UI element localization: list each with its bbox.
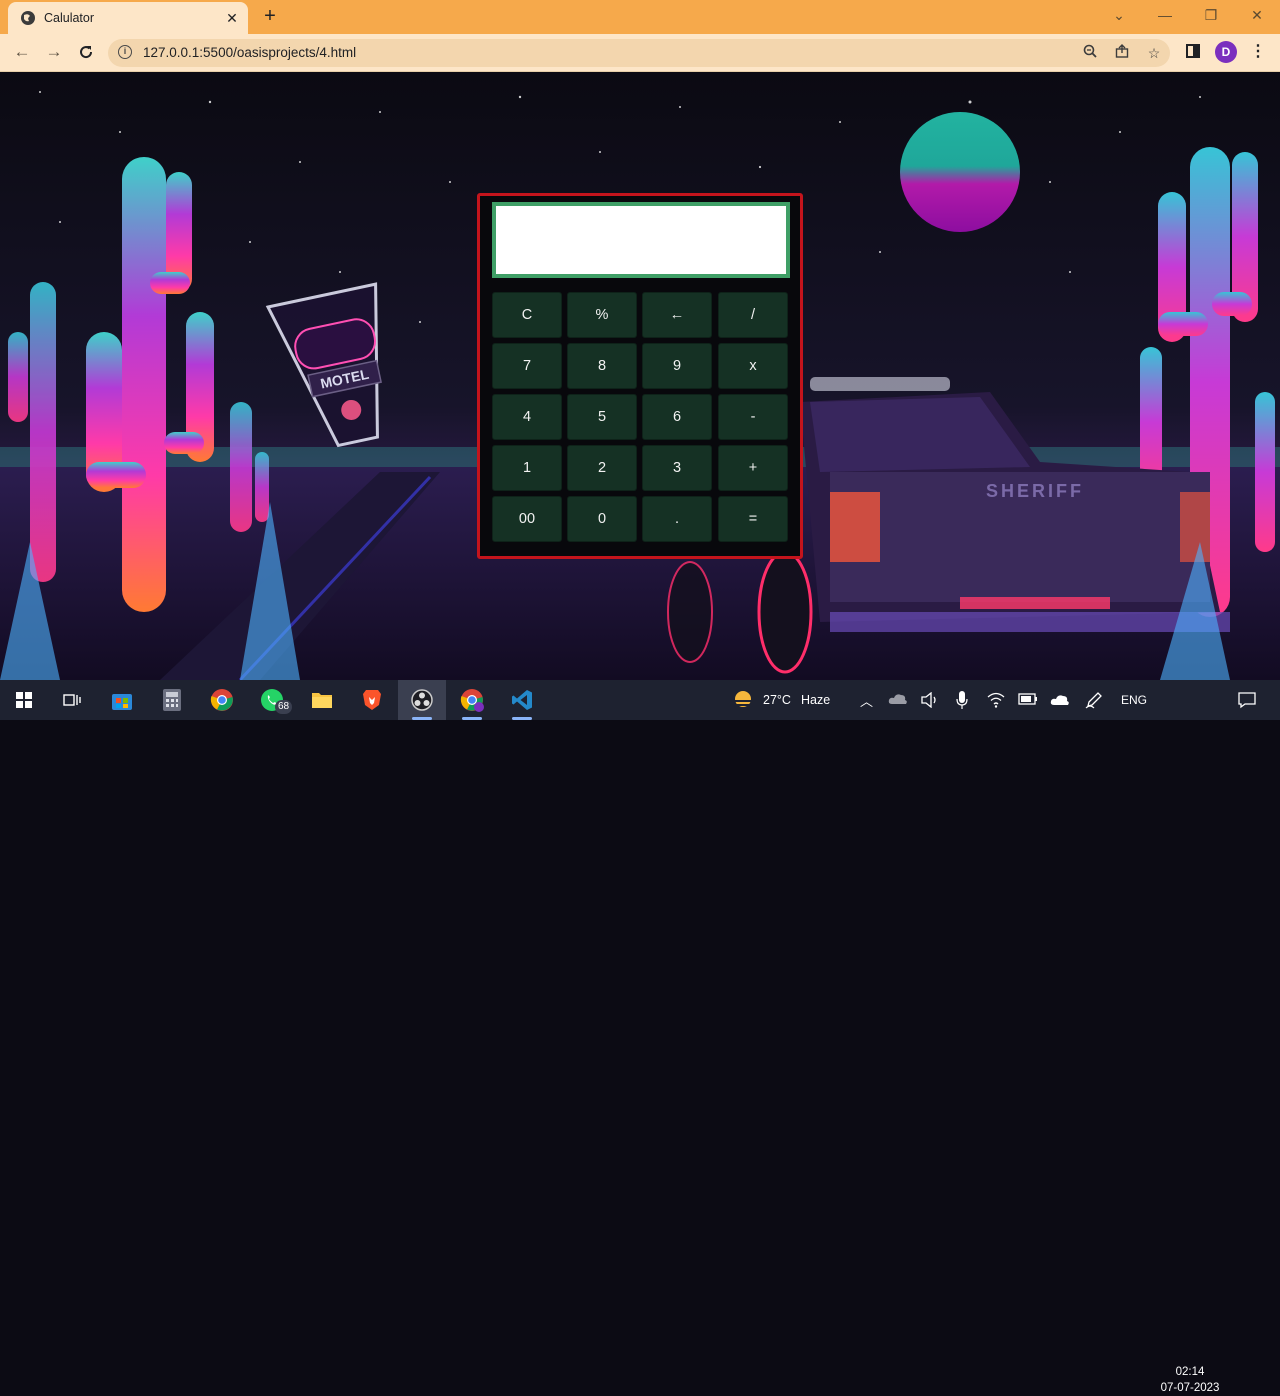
- forward-arrow-icon[interactable]: →: [41, 39, 67, 65]
- close-window-button[interactable]: ✕: [1234, 0, 1280, 32]
- input-language[interactable]: ENG: [1121, 693, 1147, 707]
- url-text: 127.0.0.1:5500/oasisprojects/4.html: [143, 45, 357, 60]
- wifi-icon[interactable]: [987, 692, 1005, 708]
- key-7[interactable]: 7: [492, 343, 562, 389]
- weather-haze-icon[interactable]: [731, 689, 755, 711]
- calculator-display[interactable]: [492, 202, 790, 278]
- key-clear[interactable]: C: [492, 292, 562, 338]
- key-subtract[interactable]: -: [718, 394, 788, 440]
- profile-avatar[interactable]: D: [1215, 41, 1237, 63]
- key-5[interactable]: 5: [567, 394, 637, 440]
- notifications-icon[interactable]: [1238, 691, 1256, 709]
- key-divide[interactable]: /: [718, 292, 788, 338]
- share-icon[interactable]: [1112, 43, 1132, 63]
- key-3[interactable]: 3: [642, 445, 712, 491]
- show-hidden-icons-chevron-icon[interactable]: ︿: [860, 691, 873, 710]
- obs-icon[interactable]: [398, 680, 446, 720]
- minimize-button[interactable]: —: [1142, 0, 1188, 32]
- address-bar[interactable]: i 127.0.0.1:5500/oasisprojects/4.html ☆: [108, 39, 1170, 67]
- whatsapp-badge: 68: [275, 700, 293, 714]
- side-panel-icon[interactable]: [1186, 44, 1200, 58]
- key-add[interactable]: +: [718, 445, 788, 491]
- key-9[interactable]: 9: [642, 343, 712, 389]
- clock-time: 02:14: [1175, 1366, 1205, 1378]
- key-6[interactable]: 6: [642, 394, 712, 440]
- tab-title: Calulator: [44, 11, 95, 25]
- key-1[interactable]: 1: [492, 445, 562, 491]
- clock-date: 07-07-2023: [1160, 1382, 1220, 1394]
- weather-description[interactable]: Haze: [801, 693, 830, 707]
- battery-charging-icon[interactable]: [1018, 693, 1038, 705]
- whatsapp-icon[interactable]: 68: [248, 680, 296, 720]
- key-0[interactable]: 0: [567, 496, 637, 542]
- pen-menu-icon[interactable]: [1085, 691, 1103, 709]
- browser-toolbar: ← → i 127.0.0.1:5500/oasisprojects/4.htm…: [0, 34, 1280, 72]
- weather-temperature[interactable]: 27°C: [763, 693, 791, 707]
- clock[interactable]: 02:14 07-07-2023: [1158, 1364, 1222, 1396]
- tab-search-chevron-icon[interactable]: ⌄: [1096, 0, 1142, 32]
- zoom-icon[interactable]: [1080, 43, 1100, 63]
- reload-icon[interactable]: [73, 39, 99, 65]
- task-view-icon[interactable]: [48, 680, 96, 720]
- kebab-menu-icon[interactable]: ⋮: [1250, 41, 1266, 63]
- page-viewport: MOTEL SHERIFF C % ← / 7 8 9 x 4 5 6 - 1 …: [0, 72, 1280, 680]
- calculator-app-icon[interactable]: [148, 680, 196, 720]
- key-4[interactable]: 4: [492, 394, 562, 440]
- microsoft-store-icon[interactable]: [98, 680, 146, 720]
- new-tab-button[interactable]: +: [258, 4, 282, 28]
- globe-icon: [21, 11, 35, 25]
- key-percent[interactable]: %: [567, 292, 637, 338]
- microphone-icon[interactable]: [956, 690, 968, 710]
- brave-icon[interactable]: [348, 680, 396, 720]
- back-arrow-icon[interactable]: ←: [9, 39, 35, 65]
- onedrive-icon[interactable]: [1050, 693, 1070, 707]
- tab-close-icon[interactable]: ✕: [222, 10, 242, 27]
- key-equals[interactable]: =: [718, 496, 788, 542]
- restore-button[interactable]: ❐: [1188, 0, 1234, 32]
- key-double-zero[interactable]: 00: [492, 496, 562, 542]
- key-multiply[interactable]: x: [718, 343, 788, 389]
- site-info-icon[interactable]: i: [118, 45, 132, 59]
- key-8[interactable]: 8: [567, 343, 637, 389]
- tab-strip: Calulator ✕ + ⌄ — ❐ ✕: [0, 0, 1280, 34]
- calculator-panel: C % ← / 7 8 9 x 4 5 6 - 1 2 3 + 00 0 . =: [477, 193, 803, 559]
- chrome-profile-icon[interactable]: [448, 680, 496, 720]
- key-2[interactable]: 2: [567, 445, 637, 491]
- onedrive-gray-icon[interactable]: [888, 692, 908, 706]
- chrome-icon[interactable]: [198, 680, 246, 720]
- windows-start-icon[interactable]: [0, 680, 48, 720]
- tab-active[interactable]: Calulator ✕: [8, 2, 248, 34]
- volume-icon[interactable]: [921, 692, 939, 708]
- truck-text: SHERIFF: [986, 481, 1084, 501]
- key-decimal[interactable]: .: [642, 496, 712, 542]
- bookmark-star-icon[interactable]: ☆: [1144, 43, 1164, 63]
- key-backspace[interactable]: ←: [642, 292, 712, 338]
- taskbar: 68 27°C Haze ︿ ENG 02:14 07-07-2023: [0, 680, 1280, 1394]
- vscode-icon[interactable]: [498, 680, 546, 720]
- file-explorer-icon[interactable]: [298, 680, 346, 720]
